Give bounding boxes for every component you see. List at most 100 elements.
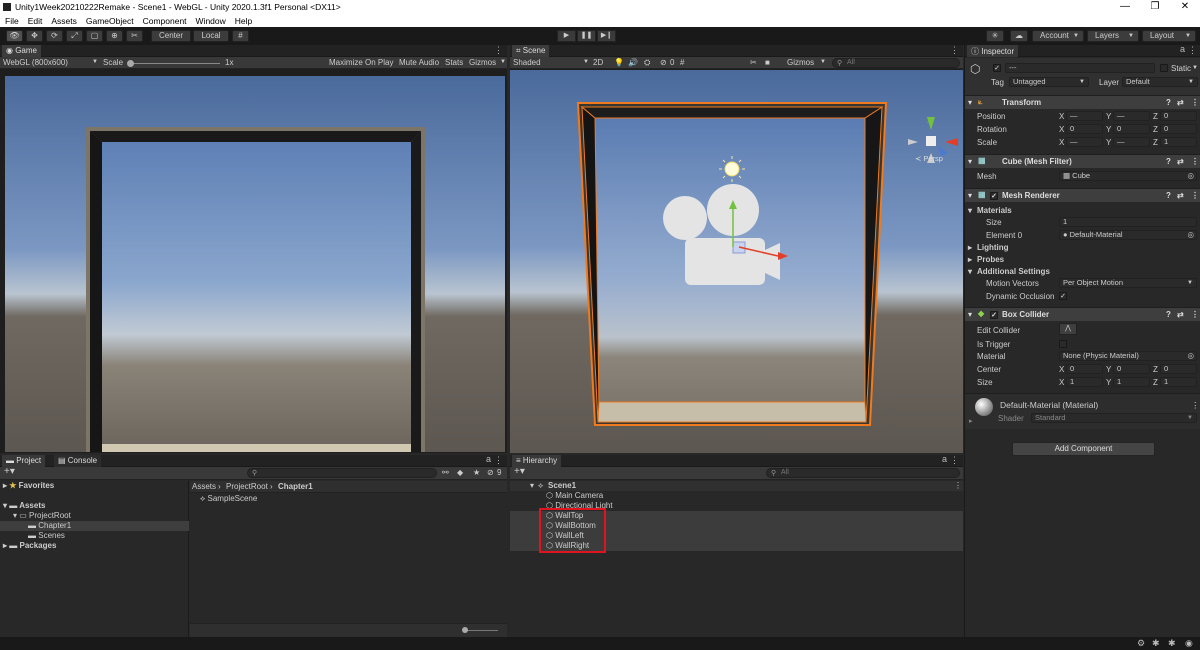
filter-type-icon[interactable]: ⚯ bbox=[442, 468, 449, 477]
filter-label-icon[interactable]: ◆ bbox=[457, 468, 463, 477]
layer-dropdown[interactable]: Default ▼ bbox=[1122, 77, 1198, 87]
center-z-field[interactable]: 0 bbox=[1160, 364, 1197, 374]
active-checkbox[interactable]: ✓ bbox=[993, 64, 1001, 72]
menu-file[interactable]: File bbox=[0, 14, 23, 26]
pivot-local-button[interactable]: Local bbox=[193, 30, 229, 42]
more-icon[interactable]: ⋮ bbox=[1191, 400, 1200, 411]
object-picker-icon[interactable]: ◎ bbox=[1187, 352, 1194, 360]
favorites-item[interactable]: ▸ ★ Favorites bbox=[3, 481, 54, 491]
perspective-label[interactable]: ≺ Persp bbox=[915, 154, 943, 163]
gizmos-toggle[interactable]: Gizmos bbox=[469, 58, 496, 67]
more-icon[interactable]: ⋮ bbox=[494, 45, 503, 56]
tag-dropdown[interactable]: Untagged ▼ bbox=[1009, 77, 1089, 87]
tab-scene[interactable]: ⌗ Scene bbox=[512, 45, 550, 57]
mesh-renderer-header[interactable]: ▾ ▦ ✓ Mesh Renderer ? ⇄ ⋮ bbox=[965, 188, 1200, 202]
move-tool-icon[interactable]: ✥ bbox=[26, 30, 43, 42]
motion-vectors-dropdown[interactable]: Per Object Motion ▼ bbox=[1059, 278, 1197, 288]
effects-toggle-icon[interactable]: ⛭ bbox=[644, 58, 650, 68]
tab-game[interactable]: ◉ Game bbox=[2, 45, 41, 57]
box-collider-enabled-checkbox[interactable]: ✓ bbox=[990, 311, 998, 319]
rotation-x-field[interactable]: 0 bbox=[1066, 124, 1103, 134]
collab-status-icon[interactable]: ⚙ bbox=[1137, 638, 1145, 649]
maximize-on-play-toggle[interactable]: Maximize On Play bbox=[329, 58, 393, 67]
hierarchy-item-main-camera[interactable]: ⬡ Main Camera bbox=[546, 491, 603, 501]
menu-window[interactable]: Window bbox=[191, 14, 230, 26]
scale-tool-icon[interactable]: ⤢ bbox=[66, 30, 83, 42]
rect-tool-icon[interactable]: ▢ bbox=[86, 30, 103, 42]
account-dropdown[interactable]: Account ▼ bbox=[1032, 30, 1084, 42]
create-plus-icon[interactable]: +▾ bbox=[4, 466, 15, 477]
is-trigger-checkbox[interactable] bbox=[1059, 340, 1067, 348]
scale-slider-track[interactable] bbox=[130, 63, 220, 64]
resolution-dropdown[interactable]: WebGL (800x600) bbox=[3, 58, 68, 67]
lighting-toggle-icon[interactable]: 💡 bbox=[614, 58, 624, 67]
lock-icon[interactable]: a bbox=[942, 454, 947, 464]
mesh-filter-header[interactable]: ▾ ▦ Cube (Mesh Filter) ? ⇄ ⋮ bbox=[965, 154, 1200, 168]
more-icon[interactable]: ⋮ bbox=[950, 45, 959, 56]
shading-mode-dropdown[interactable]: Shaded bbox=[513, 58, 541, 67]
tree-item-projectroot[interactable]: ▾ ▭ ProjectRoot bbox=[13, 511, 71, 521]
layers-dropdown[interactable]: Layers ▼ bbox=[1087, 30, 1139, 42]
chevron-down-icon[interactable]: ▼ bbox=[1192, 65, 1198, 71]
scale-x-field[interactable]: — bbox=[1066, 137, 1103, 147]
more-icon[interactable]: ⋮ bbox=[1191, 191, 1199, 200]
more-icon[interactable]: ⋮ bbox=[1188, 45, 1197, 56]
scene-header-row[interactable]: ▾ ⟡ Scene1 ⋮ bbox=[510, 481, 963, 491]
shader-dropdown[interactable]: Standard ▼ bbox=[1031, 413, 1197, 423]
rotate-tool-icon[interactable]: ⟳ bbox=[46, 30, 63, 42]
more-icon[interactable]: ⋮ bbox=[950, 455, 959, 466]
physic-material-field[interactable]: None (Physic Material) ◎ bbox=[1059, 351, 1197, 361]
probes-foldout[interactable]: ▸ Probes bbox=[965, 254, 1200, 266]
menu-edit[interactable]: Edit bbox=[23, 14, 47, 26]
more-icon[interactable]: ⋮ bbox=[1191, 98, 1199, 107]
scene-search-input[interactable]: ⚲ All bbox=[832, 58, 960, 68]
tab-inspector[interactable]: ⓘ Inspector bbox=[967, 45, 1019, 57]
project-search-input[interactable]: ⚲ bbox=[247, 468, 437, 478]
lock-icon[interactable]: a bbox=[486, 454, 491, 464]
breadcrumb-projectroot[interactable]: ProjectRoot bbox=[226, 482, 268, 491]
element0-field[interactable]: ● Default-Material ◎ bbox=[1059, 230, 1197, 240]
custom-tool-icon[interactable]: ✂ bbox=[126, 30, 143, 42]
scale-z-field[interactable]: 1 bbox=[1160, 137, 1197, 147]
scene-render-viewport[interactable]: y ≺ Persp bbox=[510, 70, 963, 453]
rotation-z-field[interactable]: 0 bbox=[1160, 124, 1197, 134]
hand-tool-icon[interactable]: 👁 bbox=[6, 30, 23, 42]
grid-snap-icon[interactable]: # bbox=[232, 30, 249, 42]
position-z-field[interactable]: 0 bbox=[1160, 111, 1197, 121]
scale-y-field[interactable]: — bbox=[1113, 137, 1150, 147]
more-icon[interactable]: ⋮ bbox=[954, 481, 962, 491]
help-icon[interactable]: ? bbox=[1166, 157, 1171, 166]
materials-size-field[interactable]: 1 bbox=[1059, 217, 1197, 227]
tree-item-packages[interactable]: ▸ ▬ Packages bbox=[3, 541, 56, 551]
breadcrumb-assets[interactable]: Assets bbox=[192, 482, 216, 491]
progress-status-icon[interactable]: ◉ bbox=[1185, 638, 1193, 649]
help-icon[interactable]: ? bbox=[1166, 98, 1171, 107]
preset-icon[interactable]: ⇄ bbox=[1177, 191, 1184, 200]
pivot-center-button[interactable]: Center bbox=[151, 30, 191, 42]
mesh-renderer-enabled-checkbox[interactable]: ✓ bbox=[990, 192, 998, 200]
edit-collider-button[interactable]: ⋀ bbox=[1059, 323, 1077, 335]
dynamic-occlusion-checkbox[interactable]: ✓ bbox=[1059, 292, 1067, 300]
lighting-foldout[interactable]: ▸ Lighting bbox=[965, 242, 1200, 254]
scale-slider-handle[interactable] bbox=[127, 60, 134, 67]
size-y-field[interactable]: 1 bbox=[1113, 377, 1150, 387]
center-x-field[interactable]: 0 bbox=[1066, 364, 1103, 374]
camera-icon[interactable]: ■ bbox=[765, 58, 770, 67]
lock-icon[interactable]: a bbox=[1180, 44, 1185, 54]
mesh-field[interactable]: ▦ Cube ◎ bbox=[1059, 171, 1197, 181]
transform-tool-icon[interactable]: ⊕ bbox=[106, 30, 123, 42]
static-checkbox[interactable] bbox=[1160, 64, 1168, 72]
icon-size-slider-handle[interactable] bbox=[462, 627, 468, 633]
tree-item-chapter1[interactable]: ▬ Chapter1 bbox=[28, 521, 71, 531]
audio-toggle-icon[interactable]: 🔊 bbox=[628, 58, 638, 67]
preset-icon[interactable]: ⇄ bbox=[1177, 157, 1184, 166]
hidden-packages-icon[interactable]: ⊘ bbox=[487, 468, 494, 477]
transform-header[interactable]: ▾ ⟀ Transform ? ⇄ ⋮ bbox=[965, 95, 1200, 109]
size-z-field[interactable]: 1 bbox=[1160, 377, 1197, 387]
menu-help[interactable]: Help bbox=[230, 14, 256, 26]
grid-toggle-icon[interactable]: # bbox=[680, 58, 684, 67]
gizmos-dropdown[interactable]: Gizmos bbox=[787, 58, 814, 67]
step-button[interactable]: ▶❙ bbox=[597, 30, 616, 42]
add-component-button[interactable]: Add Component bbox=[1012, 442, 1155, 456]
icon-size-slider-track[interactable] bbox=[464, 630, 498, 631]
